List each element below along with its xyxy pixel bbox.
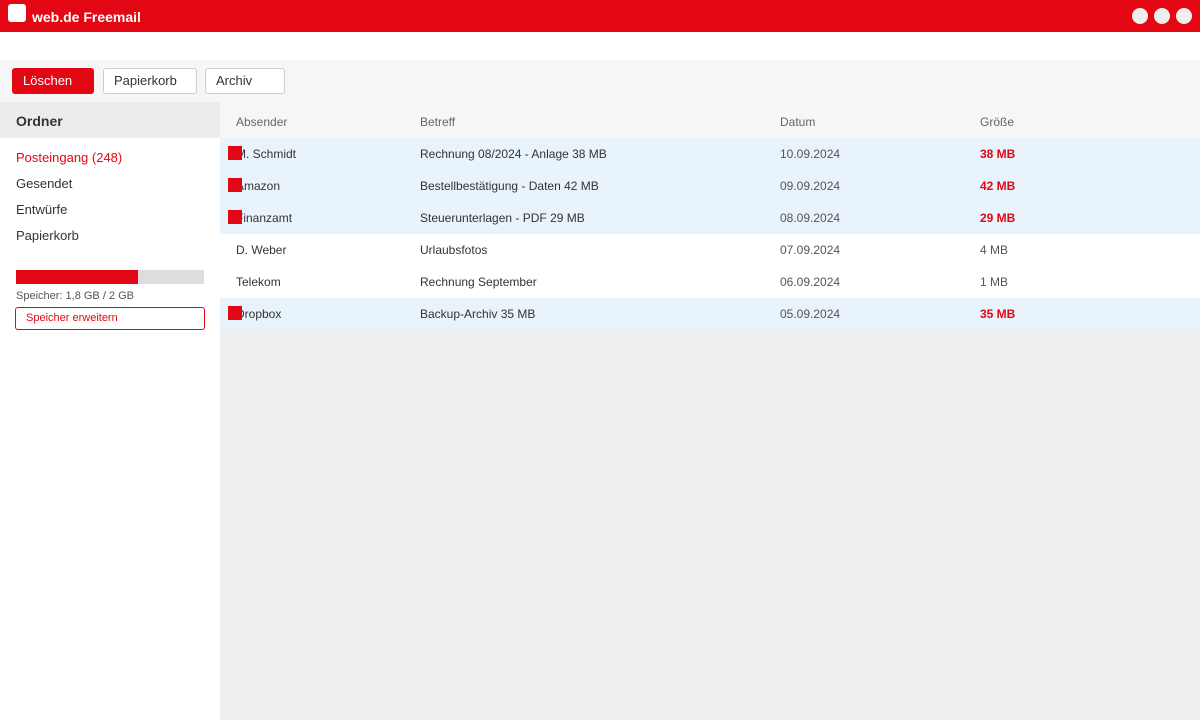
message-list: Absender Betreff Datum Größe M. Schmidt R…: [220, 102, 1200, 720]
message-row[interactable]: Telekom Rechnung September 06.09.2024 1 MB: [220, 266, 1200, 298]
sidebar-title: Ordner: [16, 113, 63, 129]
message-date: 07.09.2024: [780, 243, 841, 257]
sidebar-header: Ordner: [0, 102, 220, 138]
column-header-date[interactable]: Datum: [780, 115, 815, 129]
message-date: 06.09.2024: [780, 275, 841, 289]
message-size: 42 MB: [980, 179, 1016, 193]
app-logo-icon: [8, 4, 26, 22]
message-row[interactable]: D. Weber Urlaubsfotos 07.09.2024 4 MB: [220, 234, 1200, 266]
address-strip: [0, 32, 1200, 60]
large-attachment-flag-icon: [228, 210, 242, 224]
message-size: 4 MB: [980, 243, 1009, 257]
message-sender: Telekom: [236, 275, 281, 289]
message-row[interactable]: Amazon Bestellbestätigung - Daten 42 MB 09…: [220, 170, 1200, 202]
message-sender: Amazon: [236, 179, 281, 193]
large-attachment-flag-icon: [228, 146, 242, 160]
message-size: 29 MB: [980, 211, 1016, 225]
large-attachment-flag-icon: [228, 178, 242, 192]
message-subject: Urlaubsfotos: [420, 243, 488, 257]
close-button[interactable]: [1176, 8, 1192, 24]
message-row[interactable]: Finanzamt Steuerunterlagen - PDF 29 MB 08.…: [220, 202, 1200, 234]
toolbar: Löschen Papierkorb Archiv: [0, 60, 1200, 102]
message-subject: Steuerunterlagen - PDF 29 MB: [420, 211, 585, 225]
message-row[interactable]: Dropbox Backup-Archiv 35 MB 05.09.2024 35 M…: [220, 298, 1200, 330]
message-date: 09.09.2024: [780, 179, 841, 193]
maximize-button[interactable]: [1154, 8, 1170, 24]
archive-button[interactable]: Archiv: [205, 68, 285, 94]
app-title: web.de Freemail: [32, 9, 141, 25]
message-date: 08.09.2024: [780, 211, 841, 225]
message-size: 1 MB: [980, 275, 1009, 289]
message-subject: Bestellbestätigung - Daten 42 MB: [420, 179, 599, 193]
folder-inbox[interactable]: Posteingang (248): [16, 150, 122, 166]
folder-sent[interactable]: Gesendet: [16, 176, 72, 192]
message-sender: Dropbox: [236, 307, 282, 321]
minimize-button[interactable]: [1132, 8, 1148, 24]
storage-text: Speicher: 1,8 GB / 2 GB: [16, 290, 135, 302]
message-subject: Rechnung 08/2024 - Anlage 38 MB: [420, 147, 607, 161]
storage-bar-fill: [16, 270, 139, 284]
message-sender: Finanzamt: [236, 211, 293, 225]
message-date: 10.09.2024: [780, 147, 841, 161]
sidebar: Ordner Posteingang (248) Gesendet Entwür…: [0, 102, 220, 720]
large-attachment-flag-icon: [228, 306, 242, 320]
message-size: 35 MB: [980, 307, 1016, 321]
expand-storage-button[interactable]: Speicher erweitern: [15, 307, 205, 330]
delete-button[interactable]: Löschen: [12, 68, 94, 94]
title-bar: web.de Freemail: [0, 0, 1200, 32]
message-row[interactable]: M. Schmidt Rechnung 08/2024 - Anlage 38 M…: [220, 138, 1200, 170]
storage-bar: [16, 270, 204, 284]
column-header-sender[interactable]: Absender: [236, 115, 287, 129]
column-header-size[interactable]: Größe: [980, 115, 1014, 129]
message-sender: D. Weber: [236, 243, 287, 257]
move-to-trash-button[interactable]: Papierkorb: [103, 68, 197, 94]
folder-drafts[interactable]: Entwürfe: [16, 202, 67, 218]
message-subject: Rechnung September: [420, 275, 537, 289]
message-size: 38 MB: [980, 147, 1016, 161]
list-header: Absender Betreff Datum Größe: [220, 102, 1200, 138]
folder-trash[interactable]: Papierkorb: [16, 228, 79, 244]
column-header-subject[interactable]: Betreff: [420, 115, 455, 129]
message-sender: M. Schmidt: [236, 147, 297, 161]
message-subject: Backup-Archiv 35 MB: [420, 307, 536, 321]
message-date: 05.09.2024: [780, 307, 841, 321]
